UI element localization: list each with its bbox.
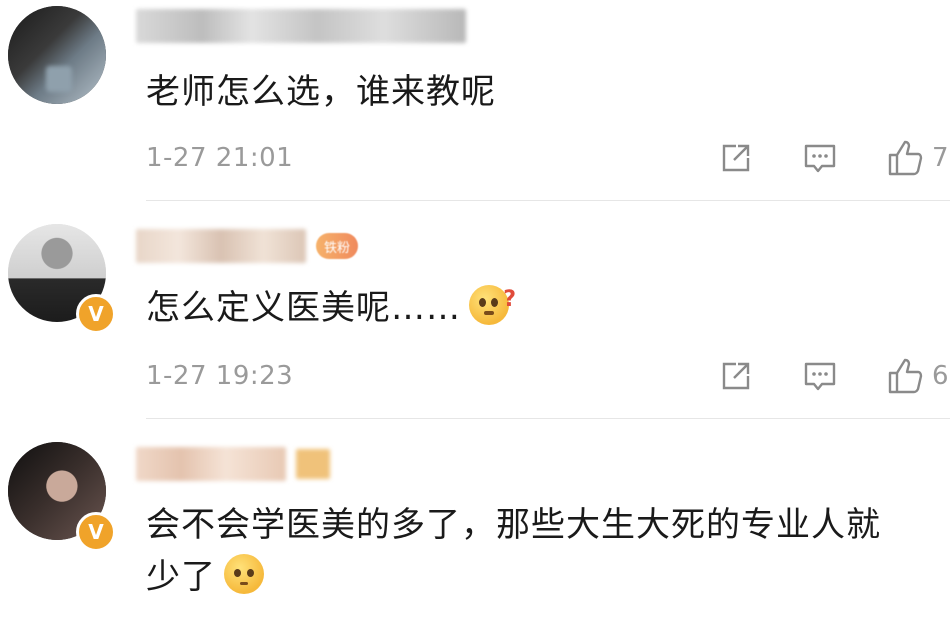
thumbs-up-icon <box>888 358 923 394</box>
divider <box>146 418 950 419</box>
username-redacted[interactable] <box>136 6 466 46</box>
username-badge-mosaic <box>296 449 330 479</box>
avatar[interactable] <box>8 6 106 104</box>
thumbs-up-icon <box>888 140 923 176</box>
comment-icon <box>804 362 836 391</box>
comment-actions: 7 <box>718 138 949 178</box>
comment-actions: 6 <box>718 356 949 396</box>
fan-badge-label: 铁粉 <box>324 240 351 256</box>
comment-text-content: 怎么定义医美呢…… <box>146 288 461 328</box>
like-count: 6 <box>932 361 949 391</box>
like-button[interactable]: 6 <box>886 356 949 396</box>
comment-icon <box>804 144 836 173</box>
comment-text-content: 少了 <box>146 557 216 597</box>
divider <box>146 200 950 201</box>
username-mosaic <box>136 229 306 263</box>
comment-text: 怎么定义医美呢……? <box>146 283 516 333</box>
username-mosaic <box>136 9 466 43</box>
comment-feed: 老师怎么选，谁来教呢 1-27 21:01 7 V 铁粉 怎么定义医美呢…… ?… <box>0 0 950 624</box>
fan-badge: 铁粉 <box>316 233 359 259</box>
comment-text: 会不会学医美的多了，那些大生大死的专业人就 <box>146 505 881 545</box>
share-button[interactable] <box>718 358 754 394</box>
comment-timestamp: 1-27 19:23 <box>146 361 294 391</box>
like-count: 7 <box>932 143 949 173</box>
pleading-emoji-icon <box>224 554 264 594</box>
comment-text: 老师怎么选，谁来教呢 <box>146 72 496 112</box>
comment-timestamp: 1-27 21:01 <box>146 143 294 173</box>
like-button[interactable]: 7 <box>886 138 949 178</box>
reply-button[interactable] <box>802 358 838 394</box>
reply-button[interactable] <box>802 140 838 176</box>
username-redacted[interactable] <box>136 444 330 484</box>
share-icon <box>722 362 750 390</box>
comment-text-line2: 少了 <box>146 552 264 602</box>
verified-badge: V <box>76 294 116 334</box>
username-redacted[interactable]: 铁粉 <box>136 226 359 266</box>
verified-badge: V <box>76 512 116 552</box>
username-mosaic <box>136 447 286 481</box>
share-button[interactable] <box>718 140 754 176</box>
share-icon <box>722 144 750 172</box>
thinking-emoji-icon: ? <box>469 285 516 325</box>
